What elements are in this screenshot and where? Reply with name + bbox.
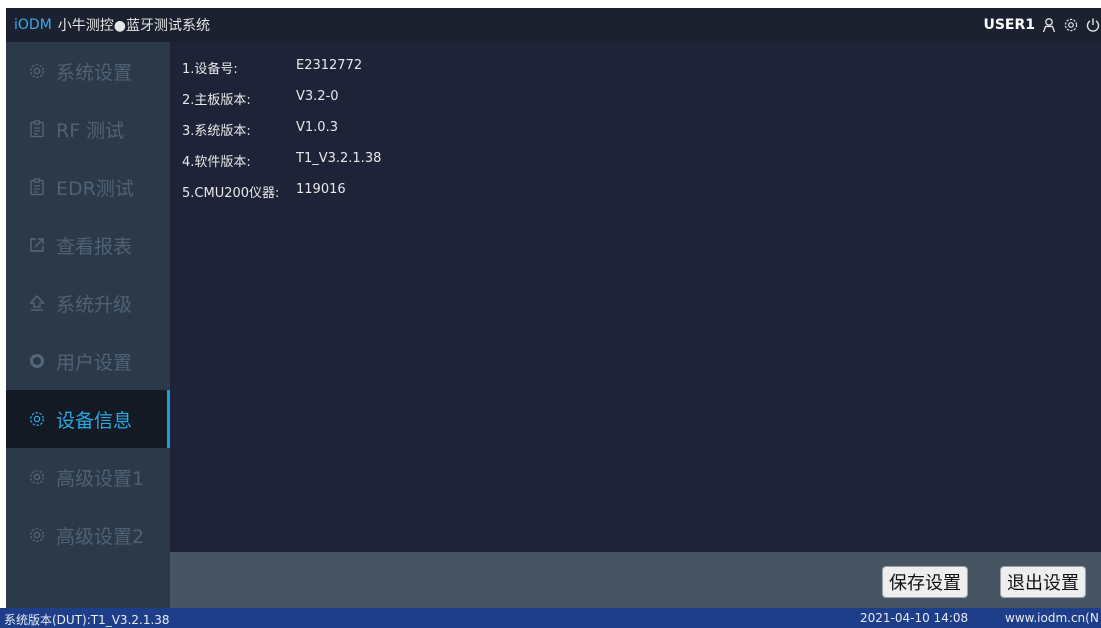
sidebar-item-label: 用户设置 xyxy=(56,351,133,374)
sidebar-item-label: EDR测试 xyxy=(56,177,134,200)
info-label: 3.系统版本: xyxy=(182,124,251,139)
info-label: 2.主板版本: xyxy=(182,93,251,108)
info-label: 4.软件版本: xyxy=(182,155,251,170)
info-value: T1_V3.2.1.38 xyxy=(296,151,382,166)
ring-icon xyxy=(28,352,46,370)
sidebar-item-system-settings[interactable]: 系统设置 xyxy=(6,42,170,100)
info-value: E2312772 xyxy=(296,58,363,73)
sidebar-item-label: 设备信息 xyxy=(56,409,133,432)
sidebar-item-label: 系统升级 xyxy=(56,293,133,316)
clipboard-icon xyxy=(28,178,46,196)
title-bar-controls: USER1 xyxy=(983,8,1101,42)
app-window: iODM 小牛测控●蓝牙测试系统 USER1 系统设置 RF 测试 EDR测试 … xyxy=(0,8,1101,628)
upload-arrow-icon xyxy=(28,294,46,312)
gear-icon xyxy=(28,62,46,80)
info-label: 1.设备号: xyxy=(182,62,238,77)
sidebar-item-advanced-settings-1[interactable]: 高级设置1 xyxy=(6,448,170,506)
export-icon xyxy=(28,236,46,254)
info-label: 5.CMU200仪器: xyxy=(182,186,280,201)
sidebar-item-label: 高级设置1 xyxy=(56,467,145,490)
gear-icon xyxy=(28,526,46,544)
website-text: www.iodm.cn(N xyxy=(1005,611,1099,625)
sidebar-item-label: RF 测试 xyxy=(56,119,125,142)
brand-logo-text: iODM xyxy=(14,17,52,33)
gear-icon[interactable] xyxy=(1063,17,1079,33)
sidebar-item-label: 系统设置 xyxy=(56,61,133,84)
sidebar-item-view-report[interactable]: 查看报表 xyxy=(6,216,170,274)
info-value: 119016 xyxy=(296,182,346,197)
sidebar: 系统设置 RF 测试 EDR测试 查看报表 系统升级 用户设置 设备信息 高级设… xyxy=(6,42,170,608)
device-info-panel: 1.设备号: E2312772 2.主板版本: V3.2-0 3.系统版本: V… xyxy=(170,42,1101,552)
clipboard-icon xyxy=(28,120,46,138)
sidebar-item-label: 高级设置2 xyxy=(56,525,145,548)
dut-version-text: 系统版本(DUT):T1_V3.2.1.38 xyxy=(4,613,170,627)
info-value: V3.2-0 xyxy=(296,89,339,104)
system-name: 小牛测控●蓝牙测试系统 xyxy=(57,18,210,34)
gear-icon xyxy=(28,468,46,486)
status-bar: 系统版本(DUT):T1_V3.2.1.38 2021-04-10 14:08 … xyxy=(0,608,1101,628)
user-icon[interactable] xyxy=(1041,17,1057,33)
info-value: V1.0.3 xyxy=(296,120,338,135)
action-bar: 保存设置 退出设置 xyxy=(170,552,1101,608)
sidebar-item-rf-test[interactable]: RF 测试 xyxy=(6,100,170,158)
sidebar-item-label: 查看报表 xyxy=(56,235,133,258)
sidebar-item-system-upgrade[interactable]: 系统升级 xyxy=(6,274,170,332)
sidebar-item-edr-test[interactable]: EDR测试 xyxy=(6,158,170,216)
save-settings-button[interactable]: 保存设置 xyxy=(882,566,968,598)
power-icon[interactable] xyxy=(1085,17,1101,33)
title-bar: iODM 小牛测控●蓝牙测试系统 USER1 xyxy=(6,8,1101,42)
gear-icon xyxy=(28,410,46,428)
sidebar-item-device-info[interactable]: 设备信息 xyxy=(6,390,170,448)
current-user: USER1 xyxy=(983,17,1035,33)
sidebar-item-user-settings[interactable]: 用户设置 xyxy=(6,332,170,390)
sidebar-item-advanced-settings-2[interactable]: 高级设置2 xyxy=(6,506,170,564)
datetime-text: 2021-04-10 14:08 xyxy=(860,611,969,625)
exit-settings-button[interactable]: 退出设置 xyxy=(1000,566,1086,598)
